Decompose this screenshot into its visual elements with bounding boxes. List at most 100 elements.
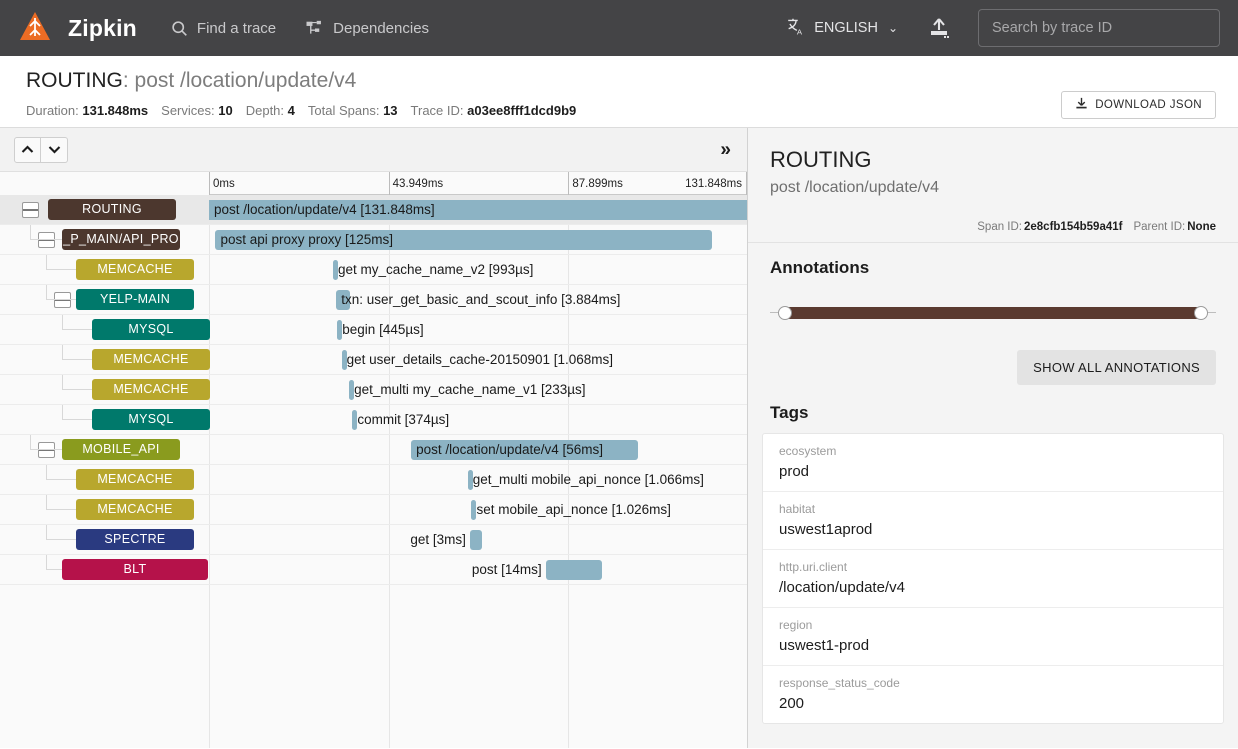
tree-collapse-toggle[interactable] [38, 442, 55, 458]
meta-trace-id: Trace ID: a03ee8fff1dcd9b9 [411, 103, 577, 118]
meta-duration: Duration: 131.848ms [26, 103, 148, 118]
span-row[interactable]: SPECTREget [3ms] [0, 525, 747, 555]
tree-connector [46, 269, 76, 270]
navbar-right-group: A ENGLISH ⌄ [786, 9, 1220, 47]
tree-connector [46, 299, 76, 300]
upload-json-button[interactable] [928, 17, 950, 40]
span-row[interactable]: ROUTINGpost /location/update/v4 [131.848… [0, 195, 747, 225]
tag-key: region [779, 617, 1207, 633]
service-name-badge[interactable]: BLT [62, 559, 208, 580]
span-duration-bar[interactable] [468, 470, 473, 490]
span-duration-bar[interactable] [471, 500, 476, 520]
download-json-label: DOWNLOAD JSON [1095, 99, 1202, 111]
span-row[interactable]: MEMCACHE get_multi my_cache_name_v1 [233µ… [0, 375, 747, 405]
span-row[interactable]: MYSQLbegin [445µs] [0, 315, 747, 345]
service-name-badge[interactable]: SPECTRE [76, 529, 194, 550]
span-label: get my_cache_name_v2 [993µs] [338, 260, 533, 280]
service-name-badge[interactable]: MOBILE_API [62, 439, 180, 460]
span-duration-bar[interactable] [336, 290, 350, 310]
span-row[interactable]: YELP-MAINtxn: user_get_basic_and_scout_i… [0, 285, 747, 315]
meta-duration-value: 131.848ms [82, 103, 148, 118]
span-duration-bar[interactable] [470, 530, 482, 550]
tree-collapse-toggle[interactable] [38, 232, 55, 248]
zipkin-logo-icon[interactable] [14, 7, 56, 49]
parent-id-label: Parent ID: [1133, 221, 1185, 233]
tag-value: uswest1-prod [779, 635, 1207, 656]
meta-depth-label: Depth: [246, 103, 284, 118]
expand-down-button[interactable] [41, 137, 68, 163]
span-duration-bar[interactable] [215, 230, 712, 250]
span-id-group: Span ID:2e8cfb154b59a41f [977, 221, 1122, 233]
meta-duration-label: Duration: [26, 103, 79, 118]
tree-connector [30, 239, 62, 240]
show-all-annotations-button[interactable]: SHOW ALL ANNOTATIONS [1017, 350, 1216, 385]
tag-row: ecosystemprod [763, 434, 1223, 492]
nav-dependencies[interactable]: Dependencies [306, 20, 429, 37]
span-identifiers: Span ID:2e8cfb154b59a41f Parent ID:None [748, 207, 1238, 243]
language-selector[interactable]: A ENGLISH ⌄ [786, 17, 898, 40]
tags-title: Tags [748, 403, 830, 423]
span-duration-bar[interactable] [333, 260, 338, 280]
annotations-timeline-slider[interactable] [770, 304, 1216, 322]
tag-key: http.uri.client [779, 559, 1207, 575]
tree-connector [30, 225, 31, 240]
timeline-ruler: 0ms43.949ms87.899ms131.848ms [209, 172, 747, 195]
span-duration-bar[interactable] [209, 200, 748, 220]
brand-title[interactable]: Zipkin [68, 15, 137, 42]
span-row[interactable]: MOBILE_APIpost /location/update/v4 [56ms… [0, 435, 747, 465]
chevron-down-icon: ⌄ [888, 21, 898, 35]
tree-connector [46, 509, 76, 510]
span-id-value: 2e8cfb154b59a41f [1024, 221, 1122, 233]
span-row[interactable]: BLTpost [14ms] [0, 555, 747, 585]
span-row-service: MEMCACHE [0, 345, 209, 375]
download-json-button[interactable]: DOWNLOAD JSON [1061, 91, 1216, 119]
tree-collapse-toggle[interactable] [22, 202, 39, 218]
tree-connector [46, 555, 47, 570]
span-duration-bar[interactable] [411, 440, 637, 460]
span-row[interactable]: MEMCACHEget user_details_cache-20150901 … [0, 345, 747, 375]
service-name-badge[interactable]: _P_MAIN/API_PRO [62, 229, 180, 250]
span-detail-header: ROUTING post /location/update/v4 [748, 128, 1238, 207]
tag-row: region uswest1-prod [763, 608, 1223, 666]
nav-find-a-trace[interactable]: Find a trace [171, 20, 276, 37]
span-id-label: Span ID: [977, 221, 1022, 233]
annotation-end-handle[interactable] [1194, 306, 1208, 320]
language-label: ENGLISH [814, 20, 878, 36]
span-row-service: MEMCACHE [0, 255, 209, 285]
service-name-badge[interactable]: MEMCACHE [76, 499, 194, 520]
service-name-badge[interactable]: MEMCACHE [92, 349, 210, 370]
service-name-badge[interactable]: MEMCACHE [76, 259, 194, 280]
span-duration-bar[interactable] [352, 410, 357, 430]
ruler-tick: 43.949ms [389, 172, 444, 195]
service-name-badge[interactable]: MEMCACHE [92, 379, 210, 400]
search-by-trace-id-input[interactable] [978, 9, 1220, 47]
tree-connector [62, 359, 92, 360]
service-name-badge[interactable]: MEMCACHE [76, 469, 194, 490]
main-content: » 0ms43.949ms87.899ms131.848ms ROUTINGpo… [0, 128, 1238, 748]
span-duration-bar[interactable] [349, 380, 354, 400]
span-row[interactable]: _P_MAIN/API_PROpost api proxy proxy [125… [0, 225, 747, 255]
service-name-badge[interactable]: MYSQL [92, 319, 210, 340]
trace-summary-header: ROUTING: post /location/update/v4 Durati… [0, 56, 1238, 128]
span-row[interactable]: MEMCACHEset mobile_api_nonce [1.026ms] [0, 495, 747, 525]
tree-connector [30, 449, 62, 450]
service-name-badge[interactable]: MYSQL [92, 409, 210, 430]
span-row[interactable]: MYSQLcommit [374µs] [0, 405, 747, 435]
span-duration-bar[interactable] [546, 560, 603, 580]
span-label: get_multi my_cache_name_v1 [233µs] [354, 380, 585, 400]
span-row[interactable]: MEMCACHEget_multi mobile_api_nonce [1.06… [0, 465, 747, 495]
span-duration-bar[interactable] [342, 350, 347, 370]
span-row-service: ROUTING [0, 195, 209, 225]
download-icon [1075, 97, 1088, 113]
collapse-up-button[interactable] [14, 137, 41, 163]
expand-all-chevron-icon[interactable]: » [720, 140, 731, 159]
tree-collapse-toggle[interactable] [54, 292, 71, 308]
dependency-tree-icon [306, 20, 324, 37]
service-name-badge[interactable]: YELP-MAIN [76, 289, 194, 310]
span-duration-bar[interactable] [337, 320, 342, 340]
span-row[interactable]: MEMCACHE get my_cache_name_v2 [993µs] [0, 255, 747, 285]
service-name-badge[interactable]: ROUTING [48, 199, 176, 220]
parent-id-value: None [1187, 221, 1216, 233]
tree-connector [46, 285, 47, 300]
annotation-start-handle[interactable] [778, 306, 792, 320]
